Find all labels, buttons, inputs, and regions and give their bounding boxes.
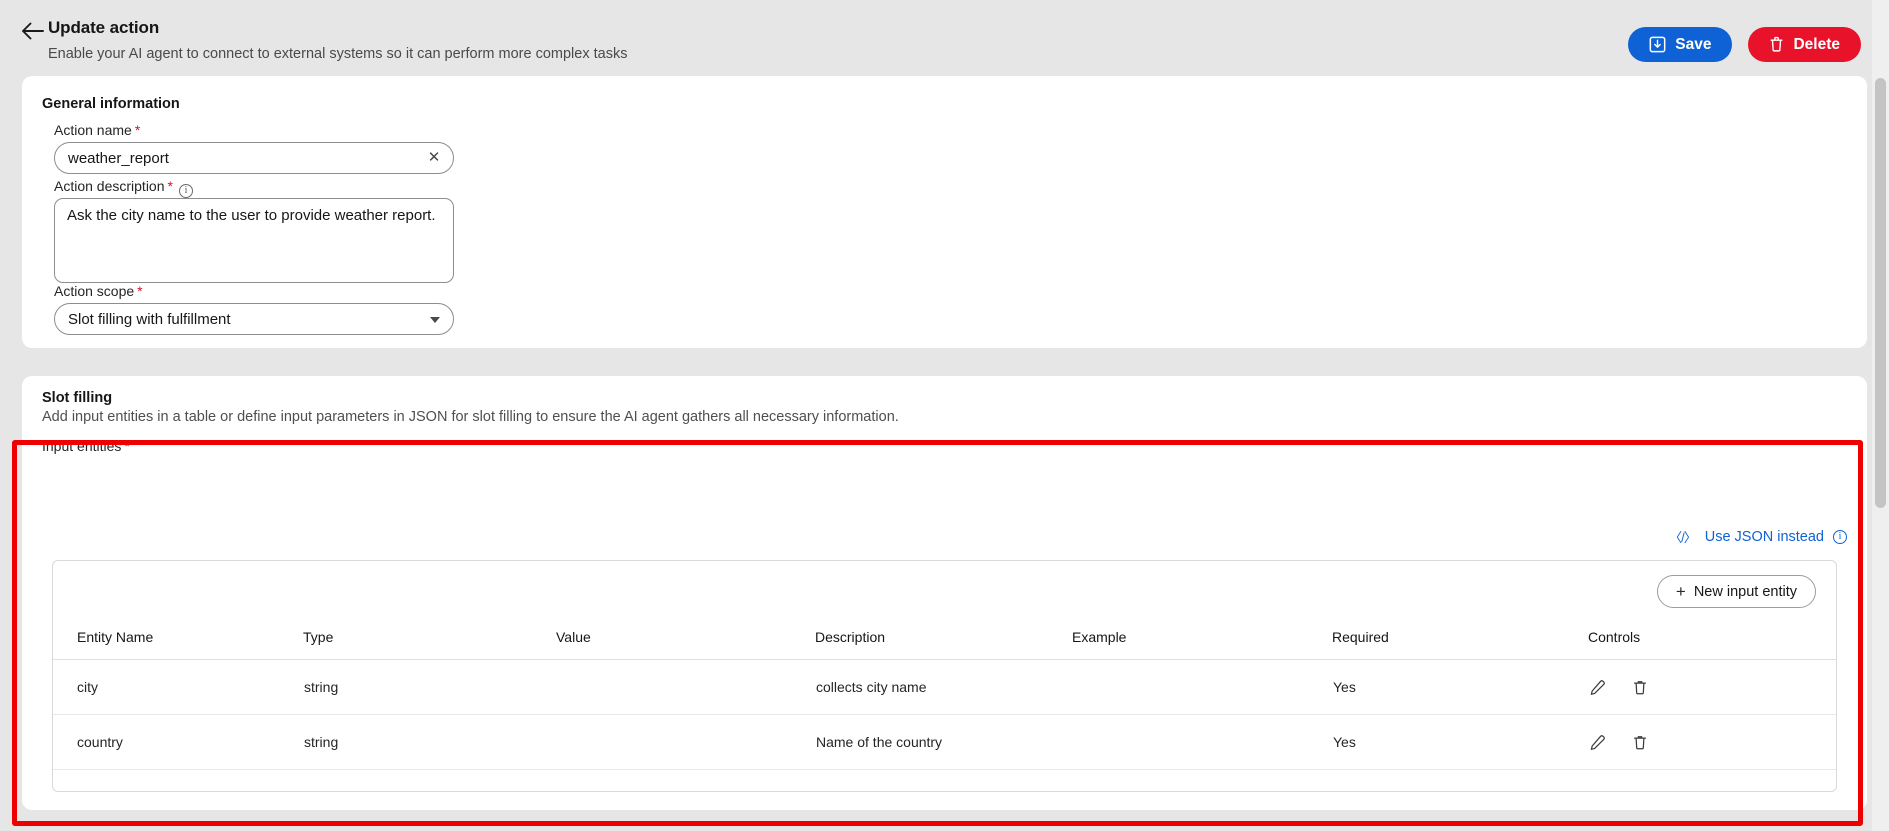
save-disk-icon xyxy=(1649,36,1666,53)
cell-required: Yes xyxy=(1332,714,1588,770)
action-scope-value: Slot filling with fulfillment xyxy=(68,310,231,328)
page-root: Update action Enable your AI agent to co… xyxy=(0,0,1889,831)
general-information-title: General information xyxy=(42,96,180,112)
input-entities-table: Entity Name Type Value Description Examp… xyxy=(53,621,1836,770)
action-scope-required-mark: * xyxy=(137,283,143,299)
arrow-left-icon[interactable] xyxy=(20,20,46,42)
slot-filling-title: Slot filling xyxy=(42,390,113,406)
action-name-label-text: Action name xyxy=(54,122,132,138)
pencil-icon[interactable] xyxy=(1589,679,1606,696)
action-scope-label-text: Action scope xyxy=(54,283,135,299)
table-row[interactable]: city string collects city name Yes xyxy=(53,659,1836,715)
trash-icon[interactable] xyxy=(1632,734,1648,751)
table-head: Entity Name Type Value Description Examp… xyxy=(53,621,1836,660)
table-body: city string collects city name Yes count… xyxy=(53,659,1836,770)
action-scope-select[interactable]: Slot filling with fulfillment xyxy=(54,303,454,335)
column-header-value[interactable]: Value xyxy=(556,621,815,660)
cell-controls xyxy=(1588,659,1836,715)
pencil-icon[interactable] xyxy=(1589,734,1606,751)
table-row[interactable]: country string Name of the country Yes xyxy=(53,714,1836,770)
cell-entity-name: city xyxy=(53,659,303,715)
cell-required: Yes xyxy=(1332,659,1588,715)
action-scope-select-wrap: Slot filling with fulfillment xyxy=(54,303,454,335)
column-header-example[interactable]: Example xyxy=(1072,621,1332,660)
info-icon[interactable]: i xyxy=(1833,529,1847,544)
cell-example xyxy=(1072,659,1332,715)
action-name-field-wrap: ✕ xyxy=(54,142,454,174)
column-header-required[interactable]: Required xyxy=(1332,621,1588,660)
action-name-label: Action name * xyxy=(54,122,140,138)
code-icon: 〈/〉 xyxy=(1669,530,1697,545)
column-header-description[interactable]: Description xyxy=(815,621,1072,660)
input-entities-label: Input entities * xyxy=(42,438,130,454)
action-scope-label: Action scope * xyxy=(54,283,143,299)
cell-example xyxy=(1072,714,1332,770)
table-header-row: Entity Name Type Value Description Examp… xyxy=(53,621,1836,660)
page-header: Update action Enable your AI agent to co… xyxy=(0,0,1889,72)
action-name-required-mark: * xyxy=(134,122,141,138)
save-button[interactable]: Save xyxy=(1628,27,1733,62)
save-button-label: Save xyxy=(1675,35,1712,53)
cell-type: string xyxy=(303,659,556,715)
cell-type: string xyxy=(303,714,556,770)
column-header-controls: Controls xyxy=(1588,621,1836,660)
input-entities-table-box: + New input entity Entity Name Type Valu… xyxy=(52,560,1837,792)
new-input-entity-label: New input entity xyxy=(1693,583,1797,600)
action-description-label: Action description * i xyxy=(54,178,193,198)
delete-button[interactable]: Delete xyxy=(1748,27,1861,62)
input-entities-label-text: Input entities xyxy=(42,438,122,454)
trash-icon xyxy=(1769,36,1784,53)
input-entities-required-mark: * xyxy=(124,438,130,454)
cell-description: collects city name xyxy=(815,659,1072,715)
trash-icon[interactable] xyxy=(1632,679,1648,696)
slot-filling-description: Add input entities in a table or define … xyxy=(42,409,899,425)
action-description-label-text: Action description xyxy=(54,178,165,194)
new-input-entity-button[interactable]: + New input entity xyxy=(1656,575,1816,608)
page-subtitle: Enable your AI agent to connect to exter… xyxy=(48,46,628,62)
cell-value xyxy=(556,659,815,715)
action-description-required-mark: * xyxy=(167,178,173,194)
delete-button-label: Delete xyxy=(1793,35,1840,53)
action-name-input[interactable] xyxy=(54,142,454,174)
cell-value xyxy=(556,714,815,770)
info-icon[interactable]: i xyxy=(178,184,193,198)
action-description-textarea[interactable] xyxy=(54,198,454,283)
column-header-type[interactable]: Type xyxy=(303,621,556,660)
table-toolbar: + New input entity xyxy=(53,561,1836,621)
page-title-row: Update action xyxy=(48,18,159,38)
page-scrollbar-track[interactable] xyxy=(1872,0,1889,831)
cell-entity-name: country xyxy=(53,714,303,770)
column-header-entity-name[interactable]: Entity Name xyxy=(53,621,303,660)
page-title: Update action xyxy=(48,18,160,37)
use-json-instead-link[interactable]: 〈/〉 Use JSON instead i xyxy=(1669,527,1847,546)
close-icon[interactable]: ✕ xyxy=(426,150,442,166)
header-actions: Save Delete xyxy=(1628,27,1861,62)
cell-description: Name of the country xyxy=(815,714,1072,770)
general-information-card: General information Action name* ✕ Actio… xyxy=(22,76,1867,348)
page-scrollbar-thumb[interactable] xyxy=(1875,78,1886,508)
use-json-instead-label: Use JSON instead xyxy=(1704,528,1824,545)
plus-icon: + xyxy=(1675,582,1686,601)
cell-controls xyxy=(1588,714,1836,770)
